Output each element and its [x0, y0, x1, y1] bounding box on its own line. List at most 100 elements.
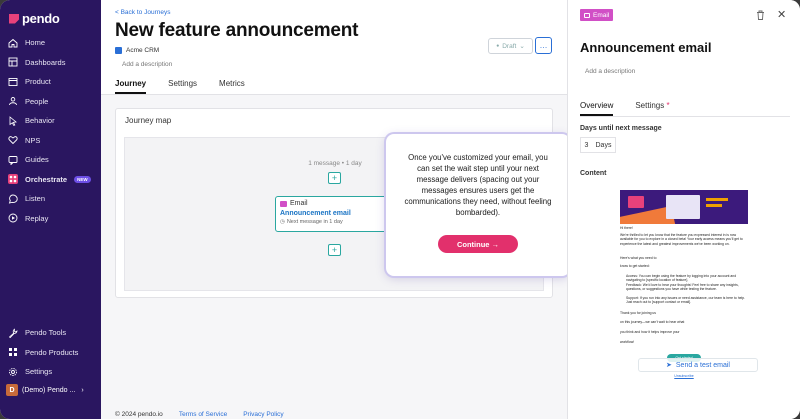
sidebar: pendo Home Dashboards Product People Beh…: [0, 0, 101, 419]
email-preview[interactable]: Hi there! We're thrilled to let you know…: [620, 190, 748, 380]
terms-link[interactable]: Terms of Service: [179, 411, 227, 418]
sidebar-item-label: Guides: [25, 155, 49, 165]
preview-paragraph-3: know to get started:: [620, 264, 650, 268]
preview-paragraph-7: workflow!: [620, 340, 635, 344]
next-message-label: Next message in 1 day: [286, 219, 343, 225]
app-icon: [115, 47, 122, 54]
tab-panel-settings[interactable]: Settings *: [635, 101, 669, 116]
preview-bullet-3: Support: If you run into any issues or n…: [626, 296, 746, 305]
app-name: Acme CRM: [126, 47, 160, 54]
email-node-title: Announcement email: [280, 210, 351, 217]
gear-icon: [8, 367, 18, 377]
required-marker: *: [666, 101, 670, 110]
sidebar-item-orchestrate[interactable]: Orchestrate NEW: [0, 170, 101, 190]
pendo-logo-icon: [9, 13, 19, 24]
trash-icon[interactable]: [756, 10, 765, 20]
page-title[interactable]: New feature announcement: [115, 20, 359, 42]
panel-description-input[interactable]: Add a description: [585, 68, 635, 75]
sidebar-item-label: Home: [25, 38, 46, 48]
journey-map-title: Journey map: [125, 116, 172, 125]
chevron-down-icon: ⌄: [519, 43, 525, 50]
app-selector[interactable]: Acme CRM: [115, 47, 159, 54]
behavior-icon: [8, 115, 18, 126]
sidebar-item-label: Pendo Tools: [25, 328, 67, 338]
email-chip-label: Email: [593, 11, 610, 19]
content-label: Content: [580, 170, 607, 177]
org-avatar: D: [6, 384, 18, 396]
preview-paragraph-5: on this journey—we can't wait to hear wh…: [620, 320, 685, 324]
email-step-node[interactable]: Email Announcement email ◷ Next message …: [275, 196, 395, 232]
continue-button[interactable]: Continue →: [438, 235, 518, 253]
email-node-header: Email: [280, 200, 390, 207]
copyright: © 2024 pendo.io: [115, 411, 163, 418]
brand-name: pendo: [22, 11, 60, 26]
more-options-button[interactable]: …: [535, 37, 552, 54]
envelope-icon: [584, 12, 590, 18]
close-icon[interactable]: ✕: [777, 8, 786, 21]
clock-icon: ◷: [280, 219, 285, 225]
sidebar-item-replay[interactable]: Replay: [0, 209, 101, 229]
panel-title[interactable]: Announcement email: [580, 40, 711, 55]
description-input[interactable]: Add a description: [122, 61, 172, 68]
status-label: Draft: [502, 42, 517, 50]
tab-overview[interactable]: Overview: [580, 101, 614, 116]
listen-icon: [8, 194, 18, 204]
tab-metrics[interactable]: Metrics: [219, 79, 245, 94]
sidebar-item-listen[interactable]: Listen: [0, 189, 101, 209]
status-dot-icon: ●: [496, 43, 500, 49]
home-icon: [8, 38, 18, 48]
app-window: pendo Home Dashboards Product People Beh…: [0, 0, 800, 419]
footer: © 2024 pendo.io Terms of Service Privacy…: [115, 411, 284, 418]
sidebar-item-home[interactable]: Home: [0, 33, 101, 53]
sidebar-item-label: Orchestrate: [25, 174, 68, 184]
product-icon: [8, 77, 18, 87]
privacy-link[interactable]: Privacy Policy: [243, 411, 283, 418]
page-header: < Back to Journeys New feature announcem…: [101, 0, 567, 95]
email-banner-image: [620, 190, 748, 224]
sidebar-item-guides[interactable]: Guides: [0, 150, 101, 170]
paper-plane-icon: ➤: [666, 362, 672, 369]
sidebar-item-nps[interactable]: NPS: [0, 131, 101, 151]
send-test-email-button[interactable]: ➤ Send a test email: [638, 358, 758, 372]
org-switcher[interactable]: D (Demo) Pendo ... ›: [6, 382, 96, 398]
sidebar-item-settings[interactable]: Settings: [0, 362, 101, 382]
tab-settings[interactable]: Settings: [168, 79, 197, 94]
add-step-button-top[interactable]: +: [328, 172, 341, 184]
sidebar-item-behavior[interactable]: Behavior: [0, 111, 101, 131]
sidebar-item-label: Listen: [25, 194, 46, 204]
tab-journey[interactable]: Journey: [115, 79, 147, 94]
preview-paragraph-2: Here's what you need to: [620, 256, 657, 260]
replay-icon: [8, 213, 18, 223]
preview-bullet-2: Feedback: We'd love to hear your thought…: [626, 283, 739, 292]
sidebar-item-label: Dashboards: [25, 57, 66, 67]
new-badge: NEW: [74, 175, 91, 183]
heart-icon: [8, 135, 18, 145]
popover-text: Once you've customized your email, you c…: [404, 153, 552, 217]
sidebar-item-label: Product: [25, 77, 51, 87]
org-name: (Demo) Pendo ...: [22, 386, 76, 394]
sidebar-item-product[interactable]: Product: [0, 72, 101, 92]
preview-greeting: Hi there!: [620, 226, 633, 230]
email-node-subtitle: ◷ Next message in 1 day: [280, 219, 390, 225]
sidebar-item-pendo-tools[interactable]: Pendo Tools: [0, 323, 101, 343]
sidebar-item-label: Pendo Products: [25, 347, 79, 357]
sidebar-item-people[interactable]: People: [0, 92, 101, 112]
sidebar-nav: Home Dashboards Product People Behavior …: [0, 33, 101, 228]
panel-tabs: Overview Settings *: [580, 101, 790, 117]
pendo-logo[interactable]: pendo: [9, 11, 60, 26]
status-dropdown[interactable]: ● Draft ⌄: [488, 38, 533, 54]
email-detail-panel: Email ✕ Announcement email Add a descrip…: [567, 0, 800, 419]
grid-icon: [8, 347, 18, 357]
sidebar-item-label: Settings: [25, 367, 53, 377]
dashboard-icon: [8, 57, 18, 67]
days-unit: Days: [595, 141, 612, 149]
add-step-button-bottom[interactable]: +: [328, 244, 341, 256]
days-label: Days until next message: [580, 125, 662, 132]
back-to-journeys-link[interactable]: < Back to Journeys: [115, 9, 170, 16]
sidebar-item-dashboards[interactable]: Dashboards: [0, 53, 101, 73]
sidebar-item-label: NPS: [25, 135, 41, 145]
days-input[interactable]: 3 Days: [580, 137, 616, 153]
send-test-label: Send a test email: [675, 361, 730, 369]
sidebar-item-pendo-products[interactable]: Pendo Products: [0, 343, 101, 363]
preview-paragraph-4: Thank you for joining us: [620, 311, 656, 315]
